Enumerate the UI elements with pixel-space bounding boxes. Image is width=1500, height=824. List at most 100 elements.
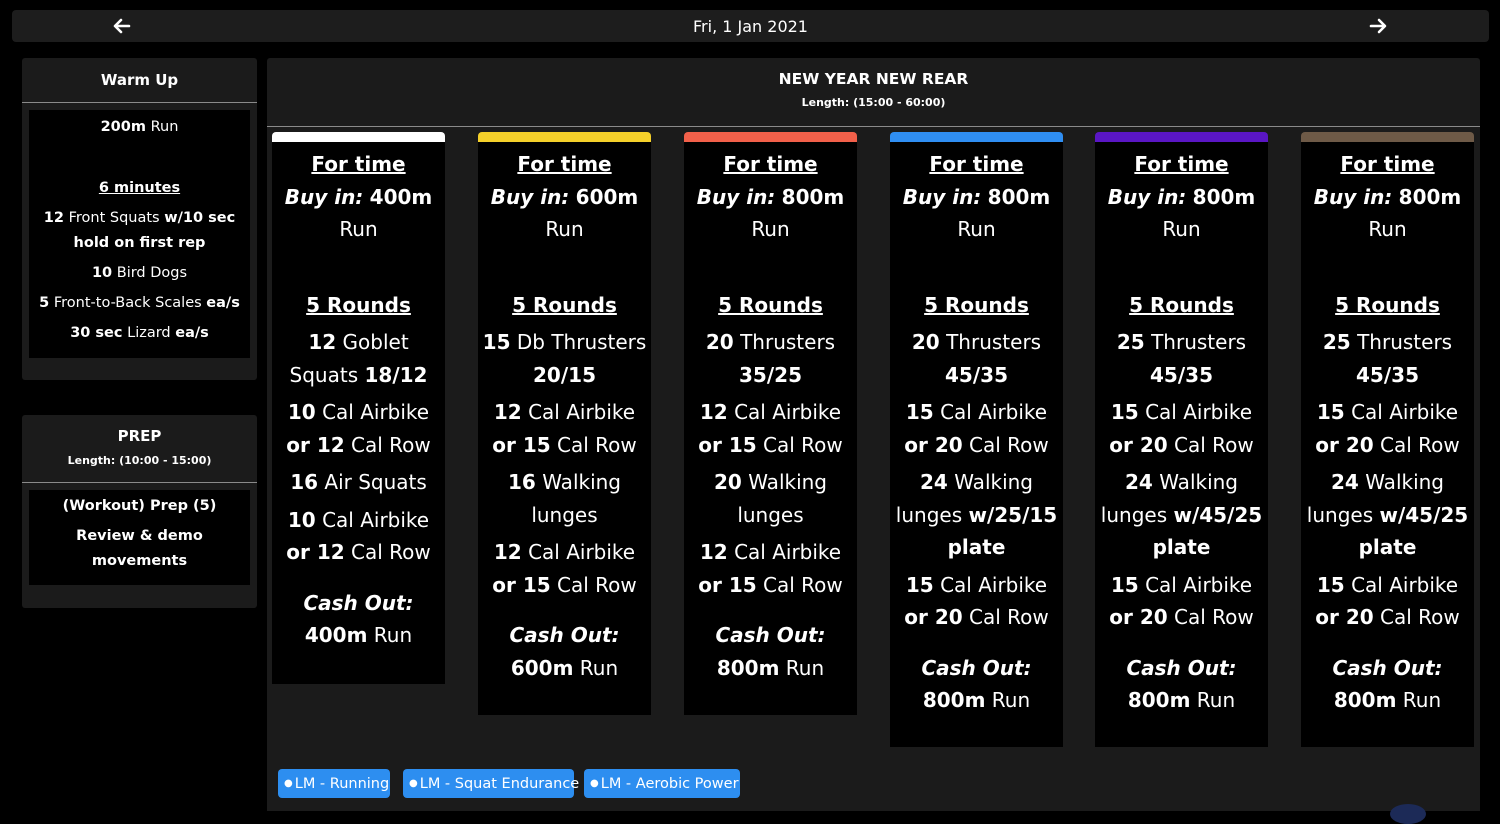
column-body: For time Buy in: 600m Run 5 Rounds 15 Db Thr…	[478, 142, 651, 715]
buyin-line: Buy in: 800m	[902, 184, 1051, 209]
column-color-stripe	[1095, 132, 1268, 142]
movement-line: 24 Walking lunges w/45/25 plate	[1100, 470, 1263, 559]
prep-content: (Workout) Prep (5) Review & demo movemen…	[29, 490, 250, 585]
column-body: For time Buy in: 800m Run 5 Rounds 20 Thrust…	[890, 142, 1063, 747]
movement-line: 12 Goblet Squats 18/12	[289, 330, 428, 387]
warmup-line: 30 sec Lizard ea/s	[70, 325, 209, 341]
workout-column[interactable]: For time Buy in: 800m Run 5 Rounds 20 Thrust…	[890, 132, 1063, 747]
movement-line: 24 Walking lunges w/25/15 plate	[895, 470, 1058, 559]
movement-line: 12 Cal Airbike or 15 Cal Row	[492, 540, 637, 597]
workout-column[interactable]: For time Buy in: 600m Run 5 Rounds 15 Db Thr…	[478, 132, 651, 715]
cashout-line: 800m Run	[922, 688, 1031, 712]
cashout-label: Cash Out:	[921, 655, 1032, 680]
movement-line: 12 Cal Airbike or 15 Cal Row	[698, 540, 843, 597]
workout-panel[interactable]: NEW YEAR NEW REAR Length: (15:00 - 60:00…	[267, 58, 1480, 811]
workout-column[interactable]: For time Buy in: 800m Run 5 Rounds 25 Thrust…	[1095, 132, 1268, 747]
column-color-stripe	[890, 132, 1063, 142]
cashout-line: 600m Run	[510, 655, 619, 680]
divider	[22, 482, 257, 483]
movement-line: 24 Walking lunges w/45/25 plate	[1306, 470, 1469, 559]
prep-panel[interactable]: PREP Length: (10:00 - 15:00) (Workout) P…	[22, 415, 257, 608]
workout-length: Length: (15:00 - 60:00)	[801, 96, 946, 109]
movement-line: 16 Air Squats	[290, 470, 427, 494]
movement-line: 15 Cal Airbike or 20 Cal Row	[904, 400, 1049, 457]
prep-length: Length: (10:00 - 15:00)	[67, 454, 212, 467]
date-navigation-bar: Fri, 1 Jan 2021	[12, 10, 1489, 42]
buyin-line: Buy in: 800m	[696, 184, 845, 209]
buyin-movement: Run	[339, 217, 378, 241]
warmup-duration: 6 minutes	[98, 180, 181, 196]
scheme-heading: For time	[311, 152, 406, 176]
warmup-title: Warm Up	[100, 71, 179, 89]
buyin-line: Buy in: 800m	[1107, 184, 1256, 209]
workout-title: NEW YEAR NEW REAR	[778, 70, 969, 88]
tag-running[interactable]: ● LM - Running	[278, 769, 390, 798]
movement-line: 25 Thrusters 45/35	[1322, 330, 1453, 387]
scheme-heading: For time	[1134, 152, 1229, 176]
movement-line: 15 Cal Airbike or 20 Cal Row	[904, 572, 1049, 630]
cashout-line: 400m Run	[304, 623, 413, 647]
buyin-line: Buy in: 800m	[1313, 184, 1462, 209]
cashout-label: Cash Out:	[1332, 655, 1443, 680]
cashout-line: 800m Run	[1127, 688, 1236, 712]
column-color-stripe	[684, 132, 857, 142]
warmup-line: 12 Front Squats w/10 sec hold on first r…	[43, 210, 236, 251]
movement-line: 20 Thrusters 45/35	[911, 330, 1042, 387]
movement-line: 15 Cal Airbike or 20 Cal Row	[1315, 572, 1460, 630]
column-color-stripe	[478, 132, 651, 142]
rounds-heading: 5 Rounds	[718, 292, 823, 317]
scroll-indicator	[1390, 804, 1426, 824]
buyin-movement: Run	[545, 217, 584, 241]
movement-line: 12 Cal Airbike or 15 Cal Row	[492, 400, 637, 457]
movement-line: 20 Walking lunges	[713, 470, 828, 527]
next-day-button[interactable]	[1367, 15, 1389, 37]
buyin-line: Buy in: 600m	[490, 184, 639, 209]
buyin-line: Buy in: 400m	[284, 184, 433, 209]
scheme-heading: For time	[517, 152, 612, 176]
cashout-label: Cash Out:	[303, 590, 414, 615]
movement-line: 15 Cal Airbike or 20 Cal Row	[1109, 400, 1254, 457]
cashout-line: 800m Run	[1333, 688, 1442, 712]
workout-column[interactable]: For time Buy in: 800m Run 5 Rounds 20 Thrust…	[684, 132, 857, 715]
cashout-label: Cash Out:	[1126, 655, 1237, 680]
rounds-heading: 5 Rounds	[1335, 292, 1440, 317]
column-color-stripe	[272, 132, 445, 142]
movement-line: 20 Thrusters 35/25	[705, 330, 836, 387]
cashout-line: 800m Run	[716, 655, 825, 680]
warmup-line: 200m Run	[100, 119, 179, 135]
column-body: For time Buy in: 400m Run 5 Rounds 12 Goblet…	[272, 142, 445, 684]
movement-line: 15 Cal Airbike or 20 Cal Row	[1315, 400, 1460, 457]
rounds-heading: 5 Rounds	[924, 292, 1029, 317]
column-color-stripe	[1301, 132, 1474, 142]
movement-line: 15 Db Thrusters 20/15	[482, 330, 647, 387]
cashout-label: Cash Out:	[509, 623, 620, 647]
buyin-movement: Run	[751, 217, 790, 241]
movement-line: 10 Cal Airbike or 12 Cal Row	[286, 400, 431, 457]
movement-line: 25 Thrusters 45/35	[1116, 330, 1247, 387]
buyin-movement: Run	[957, 217, 996, 241]
column-body: For time Buy in: 800m Run 5 Rounds 25 Thrust…	[1301, 142, 1474, 747]
arrow-right-icon	[1369, 18, 1387, 34]
movement-line: 12 Cal Airbike or 15 Cal Row	[698, 400, 843, 457]
prep-line: Review & demo movements	[76, 528, 203, 569]
warmup-panel[interactable]: Warm Up 200m Run 6 minutes 12 Front Squa…	[22, 58, 257, 380]
workout-column[interactable]: For time Buy in: 400m Run 5 Rounds 12 Goblet…	[272, 132, 445, 684]
scheme-heading: For time	[1340, 152, 1435, 176]
buyin-movement: Run	[1162, 217, 1201, 241]
rounds-heading: 5 Rounds	[306, 292, 411, 317]
cashout-label: Cash Out:	[715, 623, 826, 647]
rounds-heading: 5 Rounds	[1129, 292, 1234, 317]
tag-aerobic-power[interactable]: ● LM - Aerobic Power	[584, 769, 740, 798]
scheme-heading: For time	[929, 152, 1024, 176]
current-date: Fri, 1 Jan 2021	[693, 17, 808, 36]
prep-title: PREP	[117, 427, 162, 445]
movement-line: 16 Walking lunges	[507, 470, 622, 527]
rounds-heading: 5 Rounds	[512, 292, 617, 317]
movement-line: 15 Cal Airbike or 20 Cal Row	[1109, 572, 1254, 630]
warmup-line: 5 Front-to-Back Scales ea/s	[39, 295, 240, 311]
tag-squat-endurance[interactable]: ● LM - Squat Endurance	[403, 769, 579, 798]
buyin-movement: Run	[1368, 217, 1407, 241]
scheme-heading: For time	[723, 152, 818, 176]
divider	[22, 102, 257, 103]
workout-column[interactable]: For time Buy in: 800m Run 5 Rounds 25 Thrust…	[1301, 132, 1474, 747]
